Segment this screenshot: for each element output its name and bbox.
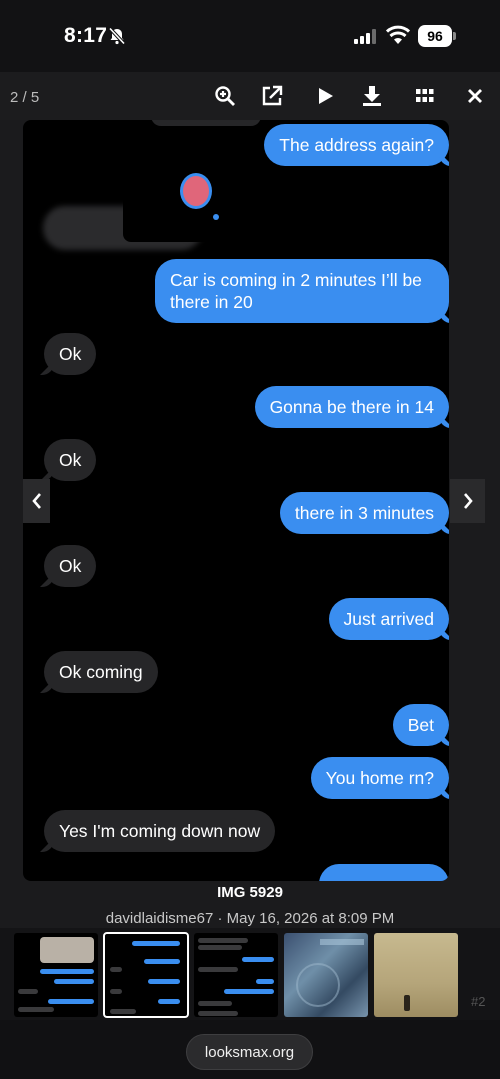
close-icon[interactable]	[461, 82, 489, 110]
wifi-icon	[386, 25, 410, 44]
message-bubble-in: Ok coming	[44, 651, 158, 693]
image-viewer: The address again? Car is coming in 2 mi…	[23, 120, 449, 881]
message-text: The address again?	[279, 135, 434, 155]
chevron-left-icon	[31, 493, 41, 509]
thumbnail-4[interactable]	[284, 933, 368, 1017]
partial-message-bubble	[151, 120, 261, 126]
cellular-signal-icon	[354, 29, 376, 44]
thumbnail-strip	[0, 928, 500, 1020]
download-icon[interactable]	[358, 82, 386, 110]
thumbnail-1[interactable]	[14, 933, 98, 1017]
external-link-icon[interactable]	[258, 82, 286, 110]
viewer-toolbar: 2 / 5	[0, 72, 500, 120]
message-bubble-in: Yes I'm coming down now	[44, 810, 276, 852]
url-bar[interactable]: looksmax.org	[186, 1034, 313, 1070]
sticker-reaction	[183, 176, 209, 206]
more-thumbnails-label: #2	[471, 994, 486, 1009]
message-bubble-out: there in 3 minutes	[279, 492, 449, 534]
reaction-dot	[213, 214, 219, 220]
message-text: Just arrived	[343, 609, 434, 629]
image-counter: 2 / 5	[10, 89, 40, 106]
battery-tip	[453, 32, 456, 40]
battery-indicator: 96	[418, 25, 452, 47]
message-bubble-in: Ok	[44, 439, 97, 481]
message-bubble-out: The address again?	[264, 124, 449, 166]
chevron-right-icon	[463, 493, 473, 509]
thumbnail-5[interactable]	[374, 933, 458, 1017]
next-image-button[interactable]	[450, 479, 485, 523]
message-text: Ok coming	[59, 662, 143, 682]
thumbnail-2[interactable]	[103, 932, 189, 1018]
message-text: You home rn?	[325, 768, 434, 788]
status-bar: 8:17 96	[0, 0, 500, 72]
message-bubble-out: Just arrived	[328, 598, 449, 640]
message-text: Bet	[407, 715, 434, 735]
thumbnail-3[interactable]	[194, 933, 278, 1017]
message-bubble-out: You home rn?	[310, 757, 449, 799]
previous-image-button[interactable]	[23, 479, 50, 523]
message-text: Ok	[59, 556, 82, 576]
message-text: there in 3 minutes	[294, 503, 434, 523]
message-text: Gonna be there in 14	[269, 397, 434, 417]
image-meta: davidlaidisme67 · May 16, 2026 at 8:09 P…	[105, 910, 395, 927]
message-text: Ok	[59, 450, 82, 470]
zoom-in-icon[interactable]	[211, 82, 239, 110]
message-bubble-out: Bet	[392, 704, 449, 746]
image-title: IMG 5929	[217, 884, 283, 901]
bell-slash-icon	[108, 27, 126, 45]
message-text: Yes I'm coming down now	[59, 821, 261, 841]
partial-message-bubble	[319, 864, 449, 881]
play-icon[interactable]	[311, 82, 339, 110]
message-bubble-out: Gonna be there in 14	[254, 386, 449, 428]
message-bubble-in: Ok	[44, 545, 97, 587]
message-bubble-out: Car is coming in 2 minutes I’ll be there…	[155, 259, 449, 323]
grid-icon[interactable]	[411, 82, 439, 110]
message-text: Car is coming in 2 minutes I’ll be there…	[170, 270, 422, 312]
clock: 8:17	[64, 24, 108, 47]
message-text: Ok	[59, 344, 82, 364]
message-bubble-in: Ok	[44, 333, 97, 375]
